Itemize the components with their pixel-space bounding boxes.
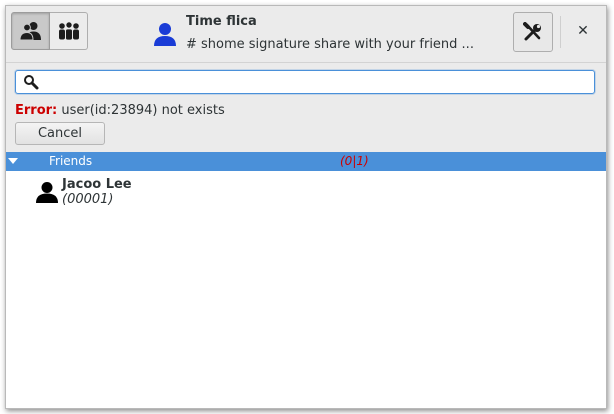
header-separator bbox=[560, 16, 561, 48]
contact-name: Jacoo Lee bbox=[62, 177, 132, 192]
self-status-message[interactable]: # shome signature share with your friend… bbox=[186, 37, 474, 52]
contact-id: (00001) bbox=[62, 192, 114, 207]
search-field[interactable] bbox=[15, 70, 595, 94]
search-panel: Error: user(id:23894) not exists Cancel bbox=[6, 63, 606, 152]
error-message: Error: user(id:23894) not exists bbox=[15, 103, 225, 118]
contacts-mode-button[interactable] bbox=[11, 12, 50, 50]
search-icon bbox=[24, 75, 39, 90]
error-label: Error: bbox=[15, 103, 58, 118]
contact-list-item[interactable]: Jacoo Lee (00001) bbox=[6, 176, 606, 210]
contact-avatar bbox=[36, 182, 58, 203]
close-button[interactable]: ✕ bbox=[572, 20, 594, 42]
self-name: Time flica bbox=[186, 14, 257, 29]
header-bar: Time flica # shome signature share with … bbox=[6, 6, 606, 63]
group-header-friends[interactable]: Friends (0|1) bbox=[6, 152, 606, 171]
close-icon: ✕ bbox=[577, 23, 589, 39]
tools-button[interactable] bbox=[513, 12, 553, 52]
expand-arrow-icon[interactable] bbox=[8, 158, 18, 164]
group-name: Friends bbox=[49, 154, 93, 168]
mode-switcher bbox=[11, 12, 89, 50]
contacts-icon bbox=[18, 22, 41, 41]
search-input[interactable] bbox=[44, 73, 588, 93]
group-online-count: (0|1) bbox=[340, 154, 369, 168]
self-avatar[interactable] bbox=[152, 21, 178, 47]
tools-icon bbox=[523, 22, 541, 41]
cancel-button[interactable]: Cancel bbox=[15, 122, 105, 145]
group-icon bbox=[58, 21, 79, 41]
error-text: user(id:23894) not exists bbox=[57, 103, 225, 118]
main-window: Time flica # shome signature share with … bbox=[5, 5, 607, 409]
groups-mode-button[interactable] bbox=[50, 12, 88, 50]
